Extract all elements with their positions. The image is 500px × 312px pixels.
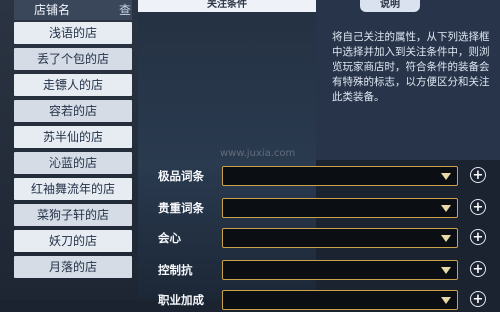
class-bonus-select[interactable] [222,290,458,310]
shop-list-item[interactable]: 沁蓝的店 [14,152,132,174]
chevron-down-icon [441,173,451,180]
watermark: www.juxia.com [220,148,296,159]
filter-row-class-bonus: 职业加成 + [158,288,500,312]
shop-list-item[interactable]: 菜狗子轩的店 [14,204,132,226]
shop-list-item[interactable]: 苏半仙的店 [14,126,132,148]
plus-icon[interactable]: + [470,291,486,307]
chevron-down-icon [441,267,451,274]
valuable-affix-select[interactable] [222,198,458,218]
plus-icon[interactable]: + [470,199,486,215]
filter-row-best-affix: 极品词条 + [158,164,500,188]
shop-name-column-header: 店铺名 [34,3,71,17]
filter-label: 控制抗 [158,263,193,277]
chevron-down-icon [441,205,451,212]
shop-list-item[interactable]: 妖刀的店 [14,230,132,252]
shop-list: 浅语的店 丢了个包的店 走镖人的店 容若的店 苏半仙的店 沁蓝的店 红袖舞流年的… [14,22,132,282]
crit-select[interactable] [222,228,458,248]
shop-list-header: 店铺名 查 [14,0,132,20]
shop-list-panel: 店铺名 查 浅语的店 丢了个包的店 走镖人的店 容若的店 苏半仙的店 沁蓝的店 … [0,0,140,300]
description-badge: 说明 [360,0,420,12]
description-text: 将自己关注的属性，从下列选择框中选择并加入到关注条件中，则浏览玩家商店时，符合条… [332,31,490,103]
control-resist-select[interactable] [222,260,458,280]
shop-list-item[interactable]: 月落的店 [14,256,132,278]
shop-list-item[interactable]: 丢了个包的店 [14,48,132,70]
filter-row-valuable-affix: 贵重词条 + [158,196,500,220]
shop-list-item[interactable]: 走镖人的店 [14,74,132,96]
plus-icon[interactable]: + [470,261,486,277]
filter-label: 极品词条 [158,169,204,183]
plus-icon[interactable]: + [470,167,486,183]
filter-row-control-resist: 控制抗 + [158,258,500,282]
chevron-down-icon [441,235,451,242]
best-affix-select[interactable] [222,166,458,186]
shop-list-item[interactable]: 浅语的店 [14,22,132,44]
filter-row-crit: 会心 + [158,226,500,250]
chevron-down-icon [441,297,451,304]
filter-label: 职业加成 [158,293,204,307]
filter-label: 贵重词条 [158,201,204,215]
second-column-header: 查 [119,3,132,17]
shop-list-item[interactable]: 红袖舞流年的店 [14,178,132,200]
shop-list-item[interactable]: 容若的店 [14,100,132,122]
filter-label: 会心 [158,231,181,245]
plus-icon[interactable]: + [470,229,486,245]
filter-panel-title: 关注条件 [138,0,316,12]
